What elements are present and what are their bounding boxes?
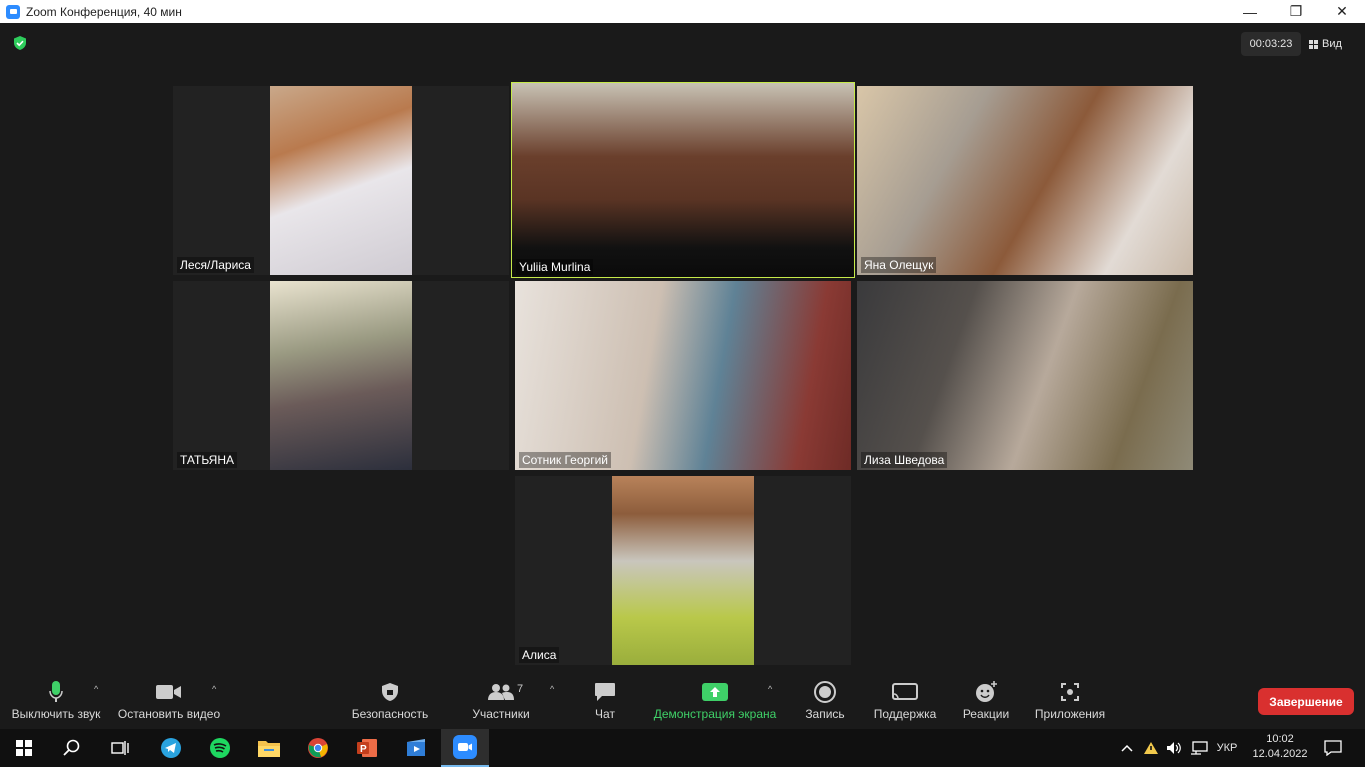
participant-name: Yuliia Murlina [516, 259, 594, 275]
apps-button[interactable]: Приложения [1030, 678, 1110, 729]
support-button[interactable]: Поддержка [870, 678, 940, 729]
stop-video-button[interactable]: Остановить видео [116, 678, 222, 729]
spotify-icon[interactable] [196, 729, 244, 767]
participant-name: Лиза Шведова [861, 452, 948, 468]
apps-label: Приложения [1034, 707, 1106, 721]
zoom-icon[interactable] [441, 729, 489, 767]
security-shield-icon [382, 683, 398, 701]
end-meeting-button[interactable]: Завершение [1258, 688, 1354, 715]
file-explorer-icon[interactable] [245, 729, 293, 767]
share-options-caret[interactable]: ^ [768, 684, 772, 694]
participant-video [270, 86, 412, 275]
network-icon[interactable] [1188, 729, 1210, 767]
show-hidden-icons-chevron-icon[interactable] [1118, 729, 1136, 767]
meeting-area: 00:03:23 Вид Леся/Лариса Yuliia Murlina … [0, 23, 1365, 678]
participant-video [857, 281, 1193, 470]
meeting-toolbar: Выключить звук ^ Остановить видео ^ Безо… [0, 678, 1365, 729]
close-button[interactable]: ✕ [1319, 0, 1365, 23]
mute-button[interactable]: Выключить звук [6, 678, 106, 729]
antivirus-tray-icon[interactable] [1140, 729, 1162, 767]
participants-button[interactable]: Участники [466, 678, 536, 729]
windows-start-icon[interactable] [0, 729, 48, 767]
participants-count: 7 [517, 683, 524, 695]
share-screen-button[interactable]: Демонстрация экрана [650, 678, 780, 729]
audio-options-caret[interactable]: ^ [94, 684, 98, 694]
volume-icon[interactable] [1164, 729, 1184, 767]
security-label: Безопасность [351, 707, 429, 721]
apps-icon [1061, 683, 1079, 701]
participant-name: Леся/Лариса [177, 257, 254, 273]
support-cast-icon [892, 683, 918, 700]
clock-time: 10:02 [1266, 733, 1294, 745]
chat-bubble-icon [595, 683, 615, 701]
chat-label: Чат [595, 707, 615, 721]
grid-view-icon [1309, 39, 1318, 49]
chat-button[interactable]: Чат [585, 678, 625, 729]
minimize-icon: — [1243, 3, 1257, 20]
participant-video [512, 83, 854, 277]
view-label: Вид [1322, 38, 1342, 50]
microphone-icon [49, 681, 63, 702]
support-label: Поддержка [873, 707, 937, 721]
video-tile[interactable]: Леся/Лариса [173, 86, 509, 275]
minimize-button[interactable]: — [1227, 0, 1273, 23]
task-view-icon[interactable] [96, 729, 144, 767]
participant-video [515, 281, 851, 470]
video-options-caret[interactable]: ^ [212, 684, 216, 694]
window-controls: — ❐ ✕ [1227, 0, 1365, 23]
mute-label: Выключить звук [11, 707, 101, 721]
record-button[interactable]: Запись [800, 678, 850, 729]
participants-label: Участники [472, 707, 530, 721]
participant-name: Сотник Георгий [519, 452, 611, 468]
video-tile[interactable]: Лиза Шведова [857, 281, 1193, 470]
participant-name: Алиса [519, 647, 560, 663]
participant-video [857, 86, 1193, 275]
restore-icon: ❐ [1289, 3, 1303, 19]
encryption-shield-icon[interactable] [12, 35, 28, 51]
video-tile[interactable]: ТАТЬЯНА [173, 281, 509, 470]
chrome-icon[interactable] [294, 729, 342, 767]
video-tile[interactable]: Алиса [515, 476, 851, 665]
participant-name: Яна Олещук [861, 257, 937, 273]
participant-video [612, 476, 754, 665]
clock-date: 12.04.2022 [1252, 748, 1308, 760]
telegram-icon[interactable] [147, 729, 195, 767]
participant-video [270, 281, 412, 470]
meeting-timer: 00:03:23 [1241, 32, 1301, 56]
windows-taskbar: P УКР 10:02 12.04.2022 [0, 729, 1365, 767]
search-icon[interactable] [48, 729, 96, 767]
share-screen-icon [702, 683, 728, 701]
system-clock[interactable]: 10:02 12.04.2022 [1248, 732, 1312, 762]
video-tile[interactable]: Сотник Георгий [515, 281, 851, 470]
language-indicator[interactable]: УКР [1212, 729, 1242, 767]
restore-button[interactable]: ❐ [1273, 0, 1319, 23]
active-speaker-tile[interactable]: Yuliia Murlina [511, 82, 855, 278]
svg-text:P: P [360, 744, 367, 755]
record-icon [814, 681, 836, 703]
stop-video-label: Остановить видео [117, 707, 221, 721]
reactions-smiley-icon [976, 681, 997, 702]
powerpoint-icon[interactable]: P [343, 729, 391, 767]
participants-icon [488, 684, 514, 700]
video-tile[interactable]: Яна Олещук [857, 86, 1193, 275]
share-screen-label: Демонстрация экрана [653, 707, 777, 721]
participants-options-caret[interactable]: ^ [550, 684, 554, 694]
close-icon: ✕ [1336, 3, 1348, 19]
record-label: Запись [805, 707, 845, 721]
window-title: Zoom Конференция, 40 мин [26, 4, 182, 19]
video-camera-icon [156, 685, 181, 699]
view-button[interactable]: Вид [1309, 32, 1359, 56]
media-player-icon[interactable] [392, 729, 440, 767]
security-button[interactable]: Безопасность [350, 678, 430, 729]
participant-name: ТАТЬЯНА [177, 452, 237, 468]
reactions-label: Реакции [962, 707, 1010, 721]
zoom-app-icon [6, 4, 20, 19]
reactions-button[interactable]: Реакции [958, 678, 1014, 729]
notifications-icon[interactable] [1320, 729, 1346, 767]
title-bar: Zoom Конференция, 40 мин — ❐ ✕ [0, 0, 1365, 23]
